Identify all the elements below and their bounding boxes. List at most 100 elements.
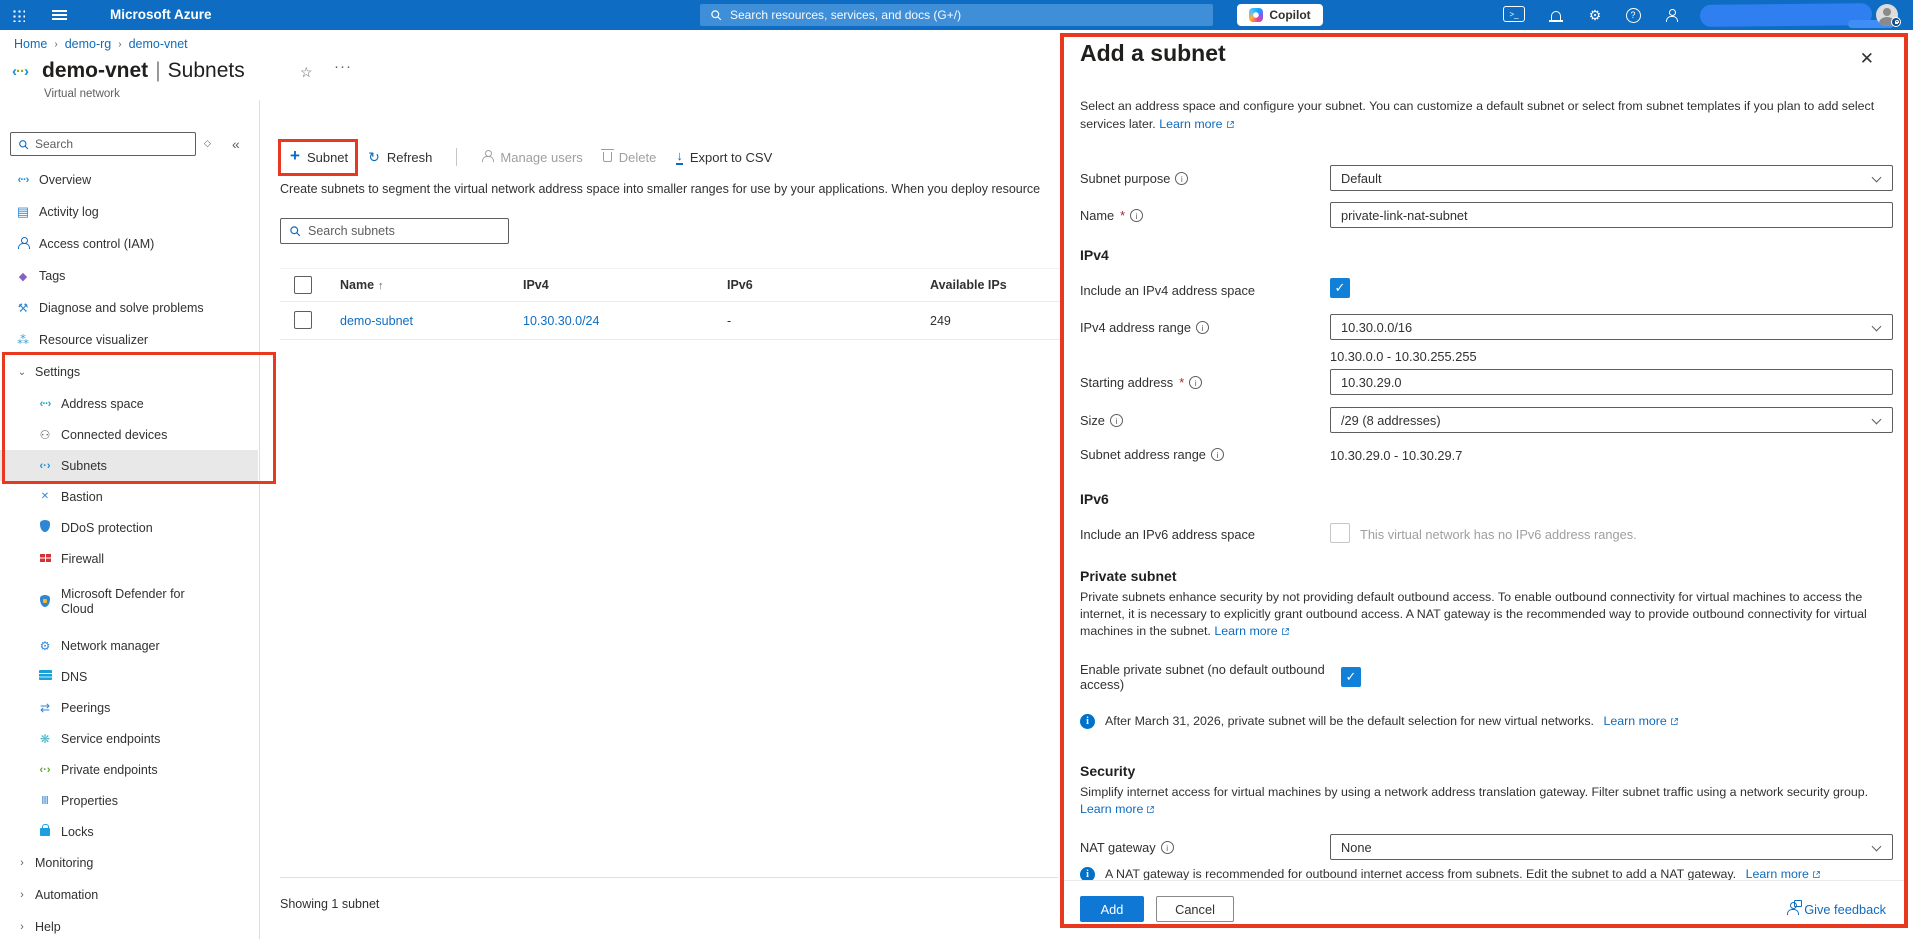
column-ipv4[interactable]: IPv4 bbox=[523, 278, 549, 292]
sidebar-item-connected-devices[interactable]: ⚇Connected devices bbox=[0, 419, 258, 450]
sidebar-group-settings[interactable]: ⌄Settings bbox=[0, 356, 258, 388]
info-icon[interactable]: i bbox=[1196, 321, 1209, 334]
panel-intro: Select an address space and configure yo… bbox=[1080, 97, 1892, 133]
private-info-learn-more-link[interactable]: Learn more bbox=[1603, 714, 1678, 728]
security-learn-more-link[interactable]: Learn more bbox=[1080, 802, 1155, 816]
product-title: Microsoft Azure bbox=[110, 7, 212, 22]
chevron-right-icon: › bbox=[16, 921, 28, 933]
breadcrumb-resource-group[interactable]: demo-rg bbox=[65, 37, 112, 51]
favorite-star-icon[interactable]: ☆ bbox=[300, 64, 313, 81]
sidebar-group-help[interactable]: ›Help bbox=[0, 911, 258, 939]
cancel-button[interactable]: Cancel bbox=[1156, 896, 1234, 922]
column-name[interactable]: Name↑ bbox=[340, 278, 384, 292]
sidebar-item-locks[interactable]: Locks bbox=[0, 816, 258, 847]
copilot-button[interactable]: Copilot bbox=[1237, 4, 1323, 26]
breadcrumb-home[interactable]: Home bbox=[14, 37, 47, 51]
cloud-shell-icon[interactable]: >_ bbox=[1503, 6, 1525, 22]
waffle-menu-icon[interactable] bbox=[12, 9, 25, 22]
sidebar-item-properties[interactable]: ⅢProperties bbox=[0, 785, 258, 816]
sidebar-item-bastion[interactable]: ✕Bastion bbox=[0, 481, 258, 512]
sidebar-search[interactable] bbox=[10, 132, 196, 156]
more-options-icon[interactable]: ··· bbox=[334, 58, 352, 75]
global-search[interactable] bbox=[700, 4, 1213, 26]
notifications-icon[interactable] bbox=[1545, 6, 1567, 24]
starting-address-input[interactable] bbox=[1341, 375, 1882, 390]
trash-icon bbox=[603, 149, 612, 165]
intro-learn-more-link[interactable]: Learn more bbox=[1159, 117, 1234, 131]
refresh-button[interactable]: ↻Refresh bbox=[358, 149, 442, 166]
row-checkbox[interactable] bbox=[294, 311, 312, 329]
private-subnet-info: i After March 31, 2026, private subnet w… bbox=[1080, 714, 1880, 729]
top-bar: Microsoft Azure Copilot >_ ⚙ ? bbox=[0, 0, 1913, 30]
subnet-name-input[interactable] bbox=[1341, 208, 1882, 223]
sidebar-item-ddos[interactable]: DDoS protection bbox=[0, 512, 258, 543]
help-icon[interactable]: ? bbox=[1622, 6, 1644, 24]
subnet-available-ips-value: 249 bbox=[930, 314, 951, 328]
subnet-name-link[interactable]: demo-subnet bbox=[340, 314, 413, 328]
column-available-ips[interactable]: Available IPs bbox=[930, 278, 1007, 292]
info-icon[interactable]: i bbox=[1161, 841, 1174, 854]
activity-log-icon: ▤ bbox=[14, 204, 32, 220]
feedback-icon[interactable] bbox=[1660, 6, 1682, 24]
sidebar-options-icon[interactable]: ◇ bbox=[204, 138, 211, 149]
sidebar-item-firewall[interactable]: Firewall bbox=[0, 543, 258, 574]
select-all-checkbox[interactable] bbox=[294, 276, 312, 294]
sidebar-item-activity-log[interactable]: ▤Activity log bbox=[0, 196, 258, 228]
lock-icon bbox=[36, 824, 54, 839]
sort-ascending-icon: ↑ bbox=[378, 280, 384, 292]
sidebar-item-diagnose[interactable]: ⚒Diagnose and solve problems bbox=[0, 292, 258, 324]
subnet-search-input[interactable] bbox=[308, 224, 478, 238]
person-icon bbox=[481, 150, 493, 165]
add-subnet-button[interactable]: +Subnet bbox=[280, 148, 358, 166]
export-csv-button[interactable]: ↓Export to CSV bbox=[666, 150, 782, 165]
sidebar-item-overview[interactable]: ‹··›Overview bbox=[0, 164, 258, 196]
enable-private-subnet-checkbox[interactable]: ✓ bbox=[1341, 667, 1361, 687]
include-ipv6-checkbox bbox=[1330, 523, 1350, 543]
settings-gear-icon[interactable]: ⚙ bbox=[1584, 6, 1606, 24]
collapse-menu-icon[interactable]: « bbox=[232, 136, 240, 152]
info-icon[interactable]: i bbox=[1189, 376, 1202, 389]
info-icon[interactable]: i bbox=[1175, 172, 1188, 185]
global-search-input[interactable] bbox=[730, 8, 1170, 22]
nat-info-learn-more-link[interactable]: Learn more bbox=[1746, 867, 1821, 881]
subnet-range-label: Subnet address rangei bbox=[1080, 447, 1224, 462]
nat-gateway-dropdown[interactable]: None bbox=[1330, 834, 1893, 860]
column-ipv6[interactable]: IPv6 bbox=[727, 278, 753, 292]
dns-icon bbox=[36, 670, 54, 683]
include-ipv4-label: Include an IPv4 address space bbox=[1080, 283, 1255, 298]
sidebar-item-resource-visualizer[interactable]: ⁂Resource visualizer bbox=[0, 324, 258, 356]
sidebar-search-input[interactable] bbox=[35, 137, 175, 151]
sidebar-item-access-control[interactable]: Access control (IAM) bbox=[0, 228, 258, 260]
sidebar-item-network-manager[interactable]: ⚙Network manager bbox=[0, 630, 258, 661]
size-dropdown[interactable]: /29 (8 addresses) bbox=[1330, 407, 1893, 433]
download-icon: ↓ bbox=[676, 150, 683, 165]
ipv4-range-dropdown[interactable]: 10.30.0.0/16 bbox=[1330, 314, 1893, 340]
sidebar-item-private-endpoints[interactable]: ‹·›Private endpoints bbox=[0, 754, 258, 785]
sidebar-item-subnets[interactable]: ‹·›Subnets bbox=[0, 450, 258, 481]
close-icon[interactable]: ✕ bbox=[1860, 49, 1874, 69]
hamburger-menu-icon[interactable] bbox=[52, 10, 67, 12]
info-icon[interactable]: i bbox=[1211, 448, 1224, 461]
peerings-icon: ⇄ bbox=[36, 701, 54, 715]
subnet-search[interactable] bbox=[280, 218, 509, 244]
add-button[interactable]: Add bbox=[1080, 896, 1144, 922]
sidebar-item-address-space[interactable]: ‹··›Address space bbox=[0, 388, 258, 419]
breadcrumb-vnet[interactable]: demo-vnet bbox=[129, 37, 188, 51]
give-feedback-link[interactable]: Give feedback bbox=[1786, 902, 1886, 917]
sidebar-item-service-endpoints[interactable]: ❋Service endpoints bbox=[0, 723, 258, 754]
sidebar-group-monitoring[interactable]: ›Monitoring bbox=[0, 847, 258, 879]
sidebar-item-defender[interactable]: Microsoft Defender for Cloud bbox=[0, 574, 258, 630]
chevron-down-icon bbox=[1872, 322, 1882, 332]
sidebar-group-automation[interactable]: ›Automation bbox=[0, 879, 258, 911]
info-icon[interactable]: i bbox=[1110, 414, 1123, 427]
include-ipv4-checkbox[interactable]: ✓ bbox=[1330, 278, 1350, 298]
info-icon[interactable]: i bbox=[1130, 209, 1143, 222]
subnet-purpose-dropdown[interactable]: Default bbox=[1330, 165, 1893, 191]
sidebar-item-tags[interactable]: ◆Tags bbox=[0, 260, 258, 292]
subnet-ipv4-link[interactable]: 10.30.30.0/24 bbox=[523, 314, 599, 328]
check-icon: ✓ bbox=[1346, 669, 1357, 685]
sidebar-item-dns[interactable]: DNS bbox=[0, 661, 258, 692]
page-subtitle: Virtual network bbox=[44, 88, 120, 100]
private-subnet-learn-more-link[interactable]: Learn more bbox=[1214, 624, 1289, 638]
sidebar-item-peerings[interactable]: ⇄Peerings bbox=[0, 692, 258, 723]
